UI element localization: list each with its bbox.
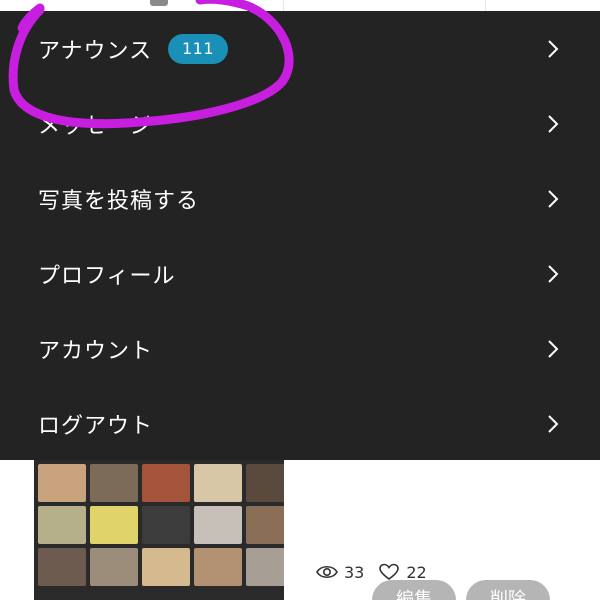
thumbnail-tile (194, 506, 242, 544)
thumbnail-tile (38, 548, 86, 586)
menu-item-label: アナウンス (38, 38, 153, 64)
thumbnail-tile (90, 464, 138, 502)
dropdown-menu: アナウンス 111 メッセージ 写真を投稿する プロフィール アカウント ログア… (0, 11, 600, 460)
chevron-right-icon (548, 39, 559, 58)
chevron-right-icon (548, 114, 559, 133)
delete-button[interactable]: 削除 (466, 580, 550, 600)
chevron-right-icon (548, 189, 559, 208)
thumbnail-tile (142, 506, 190, 544)
menu-item-label: メッセージ (38, 113, 153, 139)
chevron-right-icon (548, 414, 559, 433)
menu-item-label: プロフィール (38, 263, 176, 289)
like-count: 22 (406, 562, 427, 582)
heart-icon[interactable] (378, 563, 400, 581)
thumbnail-tile (90, 548, 138, 586)
menu-item-label: ログアウト (38, 413, 154, 439)
thumbnail-tile (38, 506, 86, 544)
menu-item-label: 写真を投稿する (38, 188, 200, 214)
menu-item-post-photo[interactable]: 写真を投稿する (0, 161, 600, 236)
background-icon (150, 0, 168, 6)
menu-item-profile[interactable]: プロフィール (0, 236, 600, 311)
thumbnail-tile (38, 464, 86, 502)
eye-icon (316, 565, 338, 579)
menu-item-logout[interactable]: ログアウト (0, 386, 600, 461)
thumbnail-tile (142, 548, 190, 586)
thumbnail-tile (246, 506, 284, 544)
thumbnail-tile (194, 548, 242, 586)
thumbnail-tile (194, 464, 242, 502)
thumbnail-tile (142, 464, 190, 502)
menu-item-message[interactable]: メッセージ (0, 86, 600, 161)
edit-button[interactable]: 編集 (372, 580, 456, 600)
chevron-right-icon (548, 264, 559, 283)
menu-item-label: アカウント (38, 338, 154, 364)
page: アナウンス 111 メッセージ 写真を投稿する プロフィール アカウント ログア… (0, 0, 600, 600)
notification-badge: 111 (168, 33, 229, 64)
chevron-right-icon (548, 339, 559, 358)
post-thumbnail[interactable] (34, 460, 284, 600)
thumbnail-tile (246, 464, 284, 502)
view-count: 33 (344, 562, 365, 582)
menu-item-account[interactable]: アカウント (0, 311, 600, 386)
thumbnail-tile (90, 506, 138, 544)
thumbnail-tile (246, 548, 284, 586)
menu-item-announce[interactable]: アナウンス 111 (0, 11, 600, 86)
